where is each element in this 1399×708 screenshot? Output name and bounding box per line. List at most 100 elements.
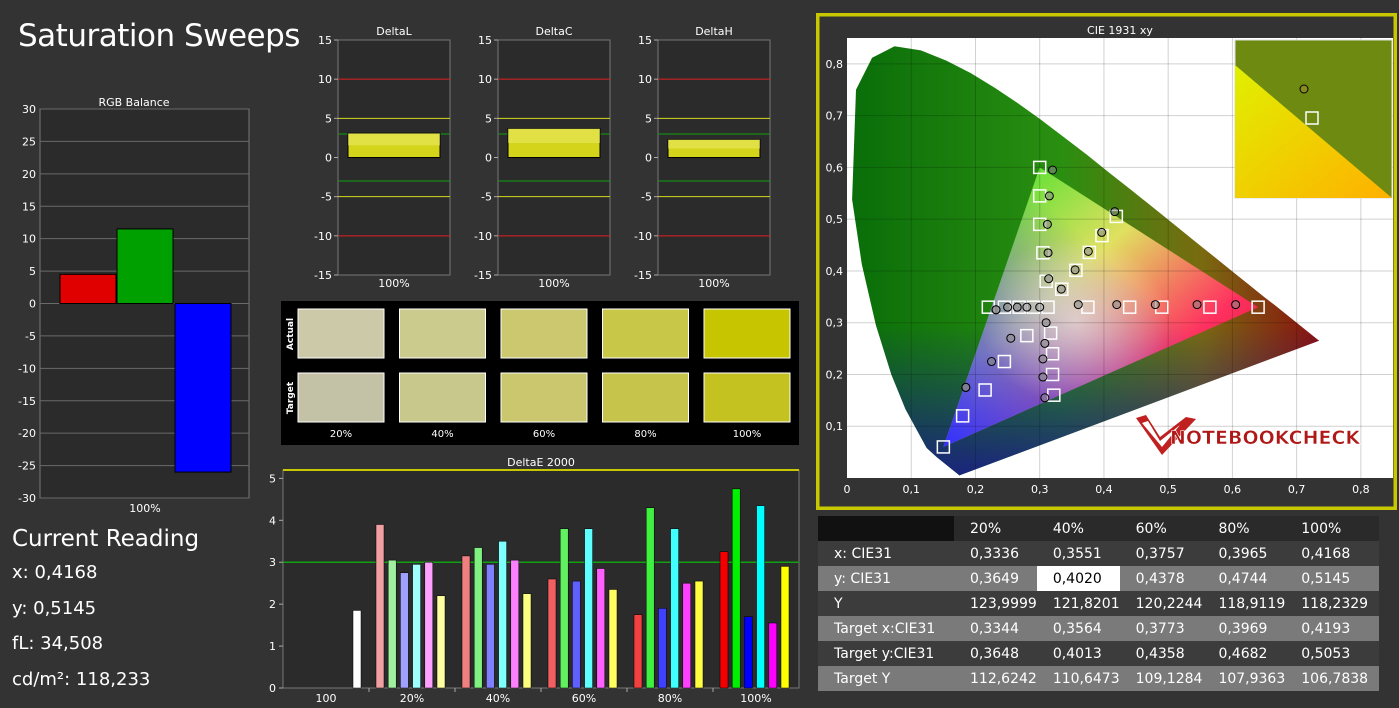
- table-cell: 106,7838: [1301, 670, 1369, 687]
- swatch-row-actual: Actual: [286, 318, 296, 350]
- y-tick-label: 0,7: [826, 110, 844, 123]
- table-cell: 0,3551: [1052, 545, 1102, 562]
- y-tick-label: 0,1: [826, 420, 844, 433]
- table-cell-selected[interactable]: 0,4020: [1036, 566, 1120, 591]
- color-swatches: Actual Target 20% 40% 60% 80% 100%: [281, 301, 799, 445]
- table-cell: 0,3965: [1218, 545, 1268, 562]
- measured-point: [1110, 207, 1120, 217]
- swatch-target: [399, 372, 486, 423]
- y-tick-label: 0: [325, 152, 332, 165]
- bar-r: [59, 273, 117, 304]
- x-tick-label: 0: [844, 483, 851, 496]
- de-bar: [780, 566, 790, 689]
- cie-chart: CIE 1931 xy 0 0,1 0,2 0,3 0,4 0,5 0,6 0,7 0,8 0,1…: [816, 13, 1397, 510]
- y-tick-label: 15: [22, 200, 36, 213]
- y-tick-label: -5: [25, 330, 36, 343]
- y-tick-label: -25: [18, 460, 36, 473]
- y-tick-label: 5: [485, 112, 492, 125]
- y-tick-label: 2: [269, 598, 276, 611]
- y-tick-label: -15: [314, 269, 332, 282]
- y-tick-label: 20: [22, 168, 36, 181]
- x-tick-label: 40%: [486, 692, 510, 705]
- table-cell: 0,4193: [1301, 620, 1351, 637]
- row-label: Target x:CIE31: [834, 620, 936, 637]
- cie-values-table: 20% 40% 60% 80% 100% x: CIE31 0,3336 0,3…: [818, 516, 1380, 691]
- reading-x: x: 0,4168: [12, 562, 98, 583]
- x-tick-label: 0,8: [1352, 483, 1370, 496]
- table-cell: 120,2244: [1135, 595, 1203, 612]
- y-tick-label: 0: [269, 682, 276, 695]
- measured-point: [1040, 338, 1050, 348]
- table-cell: 0,4168: [1301, 545, 1351, 562]
- x-tick-label: 0,6: [1224, 483, 1242, 496]
- row-label: x: CIE31: [834, 545, 893, 562]
- y-tick-label: -15: [18, 395, 36, 408]
- y-tick-label: 3: [269, 556, 276, 569]
- watermark-text: NOTEBOOKCHECK: [1170, 427, 1361, 449]
- y-tick-label: 10: [318, 73, 332, 86]
- table-row: x: CIE31 0,3336 0,3551 0,3757 0,3965 0,4…: [818, 541, 1380, 566]
- measured-point: [1056, 284, 1066, 294]
- measured-point: [1038, 372, 1048, 382]
- rgb-title: RGB Balance: [98, 96, 169, 109]
- measured-point: [1035, 302, 1045, 312]
- de-bar: [498, 541, 507, 689]
- table-cell: 0,5145: [1301, 570, 1351, 587]
- measured-point: [987, 357, 997, 367]
- swatch-target: [703, 372, 791, 423]
- measured-point: [1083, 246, 1093, 256]
- de-bar: [694, 580, 704, 689]
- measured-point: [1043, 248, 1053, 258]
- row-label: Y: [834, 595, 843, 612]
- y-tick-label: 10: [638, 73, 652, 86]
- swatch-label: 60%: [533, 429, 555, 440]
- table-cell: 118,2329: [1301, 595, 1369, 612]
- rgb-balance-chart: RGB Balance 30 25 20 15 10 5 0 -5 -10 -15 -20 -25 -3…: [18, 96, 250, 515]
- chart-title: DeltaH: [695, 25, 733, 38]
- table-cell: 0,3648: [970, 645, 1019, 662]
- measured-point: [991, 305, 1001, 315]
- measured-point: [1231, 300, 1241, 310]
- x-tick-label: 100%: [378, 277, 409, 290]
- table-cell: 0,4378: [1135, 570, 1185, 587]
- y-tick-label: -20: [18, 427, 36, 440]
- y-tick-label: 15: [638, 34, 652, 47]
- row-label: Target Y: [834, 670, 891, 687]
- measured-point: [1048, 165, 1058, 175]
- measured-point: [1112, 300, 1122, 310]
- de-bar: [352, 610, 362, 689]
- de-bar: [768, 622, 778, 689]
- reading-fl: fL: 34,508: [12, 633, 104, 654]
- measured-point: [1041, 318, 1051, 328]
- swatch-actual: [297, 308, 385, 359]
- y-tick-label: 4: [269, 514, 276, 527]
- table-row: Target Y 112,6242 110,6473 109,1284 107,…: [818, 666, 1380, 691]
- table-cell: 123,9999: [970, 595, 1037, 612]
- de-bar: [412, 564, 421, 689]
- table-cell: 112,6242: [970, 670, 1037, 687]
- measured-point: [1073, 300, 1083, 310]
- table-cell: 109,1284: [1135, 670, 1203, 687]
- measured-point: [1003, 302, 1013, 312]
- measured-point: [1192, 300, 1202, 310]
- y-tick-label: -10: [314, 230, 332, 243]
- measured-point: [1038, 354, 1048, 364]
- y-tick-label: 0,2: [826, 368, 844, 381]
- de-bar: [719, 551, 729, 689]
- de-bar: [473, 547, 483, 689]
- bar-highlight: [508, 128, 600, 144]
- y-tick-label: 5: [325, 112, 332, 125]
- rgb-x-label: 100%: [129, 502, 160, 515]
- delta-e-chart: DeltaE 2000 0 1 2 3 4 5 100 20% 40% 60% 80% 100%: [269, 456, 800, 705]
- swatch-actual: [399, 308, 486, 359]
- x-tick-label: 0,1: [902, 483, 920, 496]
- de-bar: [375, 524, 385, 689]
- table-cell: 0,3649: [970, 570, 1019, 587]
- y-tick-label: 5: [29, 265, 36, 278]
- x-tick-label: 100%: [698, 277, 729, 290]
- measured-point: [1006, 333, 1016, 343]
- table-row: Target y:CIE31 0,3648 0,4013 0,4358 0,46…: [818, 641, 1380, 666]
- de-bar: [731, 488, 741, 689]
- measured-point: [961, 382, 971, 392]
- de-bar: [658, 608, 667, 689]
